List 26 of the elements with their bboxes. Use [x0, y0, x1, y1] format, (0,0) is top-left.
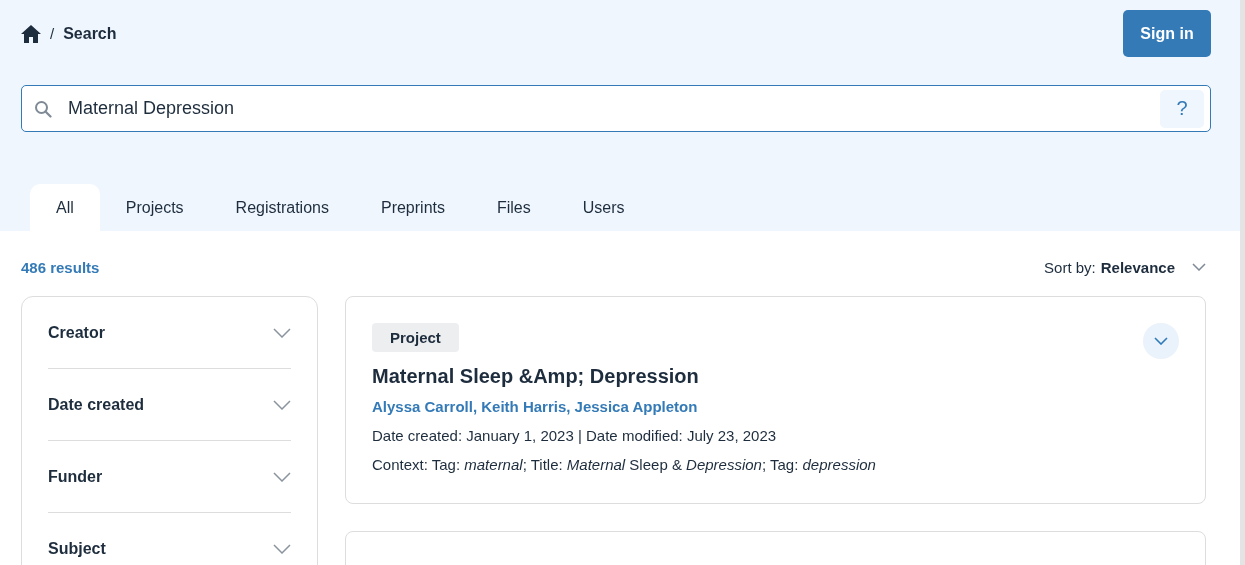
breadcrumb-current: Search — [63, 24, 117, 43]
filter-item[interactable]: Subject — [48, 513, 291, 565]
breadcrumb-separator: / — [50, 25, 55, 42]
sign-in-button[interactable]: Sign in — [1123, 10, 1211, 57]
tab[interactable]: Projects — [99, 184, 210, 231]
sort-dropdown[interactable]: Sort by: Relevance — [1044, 258, 1206, 276]
search-icon — [34, 99, 52, 118]
search-field[interactable]: Maternal Depression ? — [21, 85, 1211, 132]
result-title[interactable]: Maternal Sleep &Amp; Depression — [372, 365, 1179, 388]
results-count: 486 results — [21, 258, 100, 276]
help-button[interactable]: ? — [1160, 89, 1204, 128]
tab[interactable]: Preprints — [354, 184, 471, 231]
type-tag: Project — [372, 323, 459, 352]
tab[interactable]: Users — [556, 184, 651, 231]
result-context: Context: Tag: maternal; Title: Maternal Sleep & Depression; Tag: depression — [372, 456, 877, 473]
result-dates: Date created: January 1, 2023 | Date modified: July 23, 2023 — [372, 427, 778, 444]
tab[interactable]: All — [30, 184, 100, 231]
filter-item[interactable]: Date created — [48, 369, 291, 441]
filter-item[interactable]: Funder — [48, 441, 291, 513]
chevron-icon — [1154, 337, 1168, 345]
author-links[interactable]: Alyssa Carroll, Keith Harris, Jessica Appleton — [372, 398, 1179, 415]
tab[interactable]: Registrations — [209, 184, 355, 231]
filter-item[interactable]: Creator — [48, 297, 291, 369]
tab[interactable]: Files — [471, 184, 557, 231]
chevron-down-icon — [1192, 263, 1206, 271]
home-icon[interactable] — [21, 24, 41, 43]
